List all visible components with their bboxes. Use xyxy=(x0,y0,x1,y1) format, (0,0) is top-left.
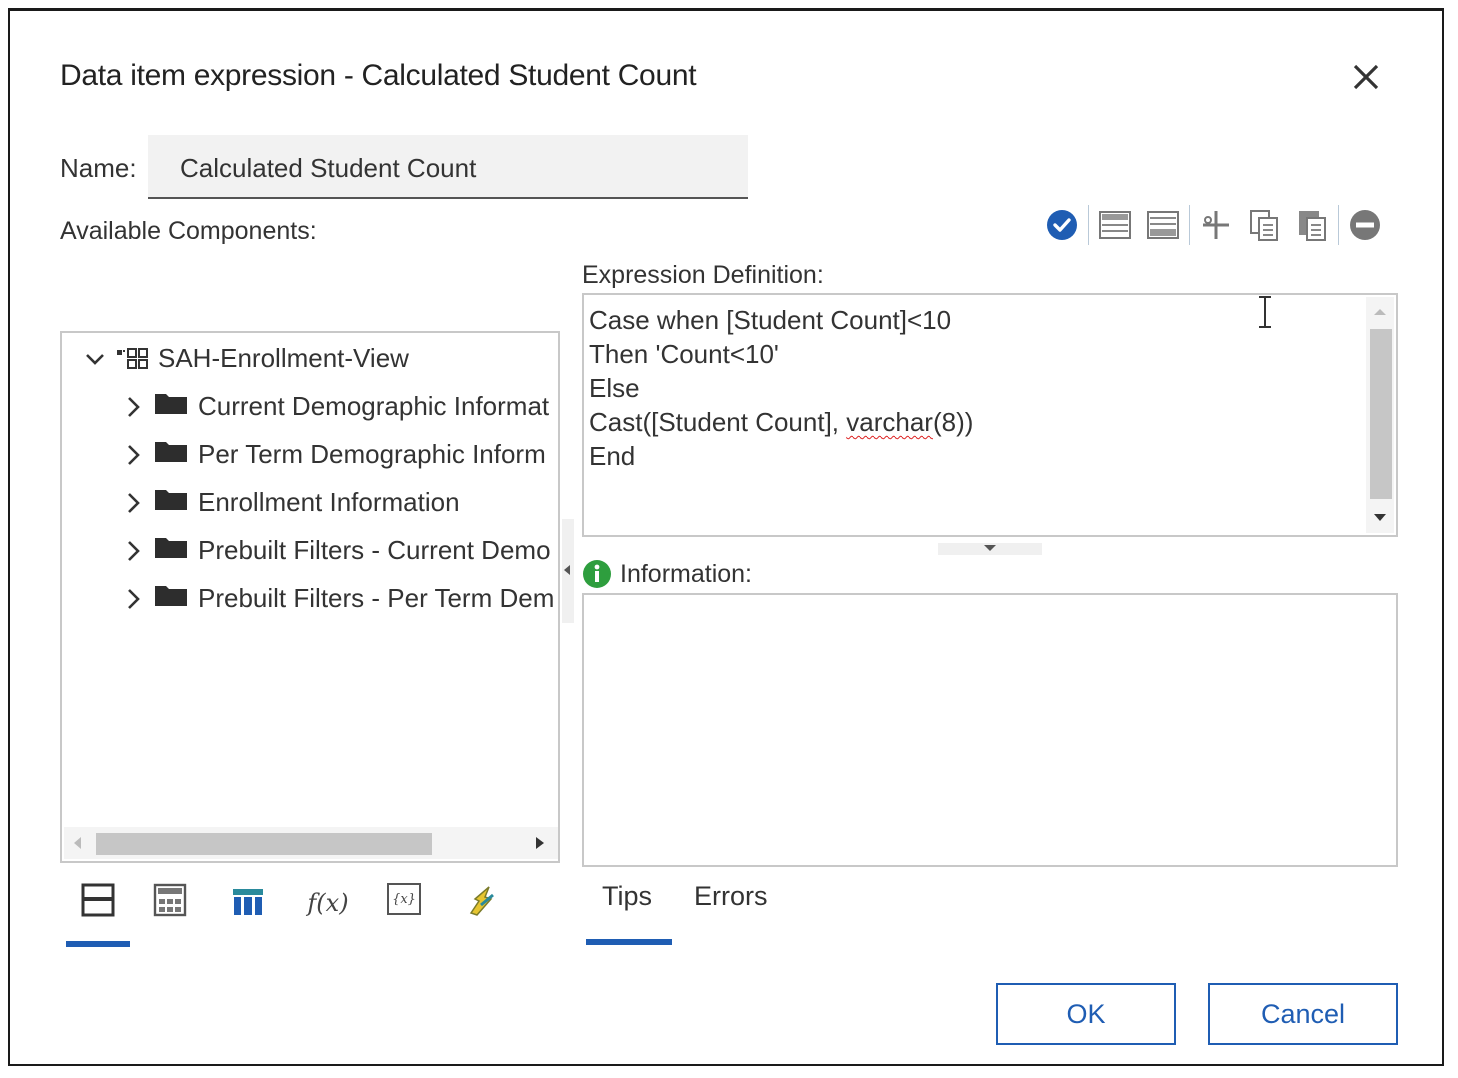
tab-errors[interactable]: Errors xyxy=(694,881,768,945)
source-tab[interactable] xyxy=(66,875,130,947)
query-tab-icon xyxy=(233,889,263,915)
scroll-thumb[interactable] xyxy=(1370,329,1392,499)
toolbar-separator xyxy=(1338,205,1339,245)
tab-tips[interactable]: Tips xyxy=(585,881,673,945)
data-item-expression-dialog: Data item expression - Calculated Studen… xyxy=(8,8,1444,1066)
tree-item[interactable]: Prebuilt Filters - Current Demo xyxy=(120,535,551,566)
copy-icon xyxy=(1250,210,1278,241)
chevron-down-icon[interactable] xyxy=(82,346,108,372)
tree-item[interactable]: Current Demographic Informat xyxy=(120,391,549,422)
cut-icon xyxy=(1203,211,1229,239)
scroll-thumb[interactable] xyxy=(96,833,432,855)
expression-line: Else xyxy=(589,373,640,403)
expression-line: Case when [Student Count]<10 xyxy=(589,305,952,335)
expression-line: Cast([Student Count], xyxy=(589,407,847,437)
chevron-right-icon[interactable] xyxy=(120,538,146,564)
editor-splitter[interactable] xyxy=(938,543,1042,555)
tree-item-label: Prebuilt Filters - Current Demo xyxy=(198,535,551,565)
tree-item-label: Current Demographic Informat xyxy=(198,391,550,421)
close-button[interactable] xyxy=(1346,57,1386,97)
text-cursor-icon xyxy=(1259,296,1271,328)
expression-vertical-scrollbar[interactable] xyxy=(1366,297,1394,533)
paste-icon xyxy=(1299,211,1326,241)
expression-line: End xyxy=(589,441,636,471)
scroll-left-arrow-icon[interactable] xyxy=(74,837,81,849)
folder-icon xyxy=(154,439,188,470)
name-input[interactable] xyxy=(148,135,748,199)
information-header: Information: xyxy=(582,559,752,589)
chevron-right-icon[interactable] xyxy=(120,442,146,468)
available-components-label: Available Components: xyxy=(60,217,317,245)
data-items-tab-icon xyxy=(153,883,187,917)
functions-tab-icon: f(x) xyxy=(307,889,349,917)
tree-horizontal-scrollbar[interactable] xyxy=(64,827,558,859)
source-tab-icon xyxy=(81,883,115,917)
copy-button[interactable] xyxy=(1244,205,1284,245)
tree-item-label: Per Term Demographic Inform xyxy=(198,439,546,469)
insert-above-button[interactable] xyxy=(1095,205,1135,245)
information-panel xyxy=(582,593,1398,867)
cancel-button[interactable]: Cancel xyxy=(1208,983,1398,1045)
tree-item[interactable]: Prebuilt Filters - Per Term Dem xyxy=(120,583,554,614)
tree-item-label: Enrollment Information xyxy=(198,487,460,517)
expression-text[interactable]: Case when [Student Count]<10 Then 'Count… xyxy=(589,303,973,473)
macros-tab[interactable] xyxy=(450,875,514,947)
name-label: Name: xyxy=(60,153,137,183)
cut-button[interactable] xyxy=(1196,205,1236,245)
collapse-down-icon[interactable] xyxy=(984,545,996,551)
info-icon xyxy=(583,560,611,588)
panel-splitter[interactable] xyxy=(562,519,574,623)
folder-icon xyxy=(154,535,188,566)
chevron-right-icon[interactable] xyxy=(120,490,146,516)
scroll-up-arrow-icon[interactable] xyxy=(1374,309,1386,315)
expression-toolbar xyxy=(1038,203,1389,247)
tree-item-label: Prebuilt Filters - Per Term Dem xyxy=(198,583,555,613)
parameters-tab[interactable]: {x} xyxy=(372,875,436,947)
toolbar-separator xyxy=(1088,205,1089,245)
parameters-tab-icon: {x} xyxy=(387,883,421,915)
dialog-title: Data item expression - Calculated Studen… xyxy=(60,59,697,92)
scroll-down-arrow-icon[interactable] xyxy=(1374,514,1386,521)
insert-below-icon xyxy=(1147,211,1179,239)
expression-definition-label: Expression Definition: xyxy=(582,261,824,289)
expression-line: Then 'Count<10' xyxy=(589,339,779,369)
query-tab[interactable] xyxy=(216,875,280,947)
macros-tab-icon xyxy=(469,886,494,916)
data-items-tab[interactable] xyxy=(138,875,202,947)
paste-button[interactable] xyxy=(1292,205,1332,245)
folder-icon xyxy=(154,487,188,518)
tree-item[interactable]: Per Term Demographic Inform xyxy=(120,439,546,470)
folder-icon xyxy=(154,391,188,422)
tree-root-label: SAH-Enrollment-View xyxy=(158,343,409,373)
expression-line: (8)) xyxy=(932,407,974,437)
functions-tab[interactable]: f(x) xyxy=(296,875,360,947)
validate-icon xyxy=(1047,210,1077,240)
tree-item[interactable]: Enrollment Information xyxy=(120,487,460,518)
chevron-right-icon[interactable] xyxy=(120,586,146,612)
toolbar-separator xyxy=(1189,205,1190,245)
components-tree: SAH-Enrollment-View Current Demographic … xyxy=(60,331,560,863)
validate-button[interactable] xyxy=(1042,205,1082,245)
spellcheck-word: varchar xyxy=(846,407,933,437)
scroll-right-arrow-icon[interactable] xyxy=(536,837,544,849)
data-module-icon xyxy=(116,347,150,371)
remove-icon xyxy=(1350,210,1380,240)
insert-below-button[interactable] xyxy=(1143,205,1183,245)
ok-button[interactable]: OK xyxy=(996,983,1176,1045)
collapse-left-icon[interactable] xyxy=(564,565,570,575)
source-tabs: f(x) {x} xyxy=(66,875,546,947)
tree-root-row[interactable]: SAH-Enrollment-View xyxy=(82,343,409,374)
folder-icon xyxy=(154,583,188,614)
close-icon xyxy=(1353,64,1379,90)
remove-button[interactable] xyxy=(1345,205,1385,245)
information-label: Information: xyxy=(620,559,753,588)
chevron-right-icon[interactable] xyxy=(120,394,146,420)
insert-above-icon xyxy=(1099,211,1131,239)
